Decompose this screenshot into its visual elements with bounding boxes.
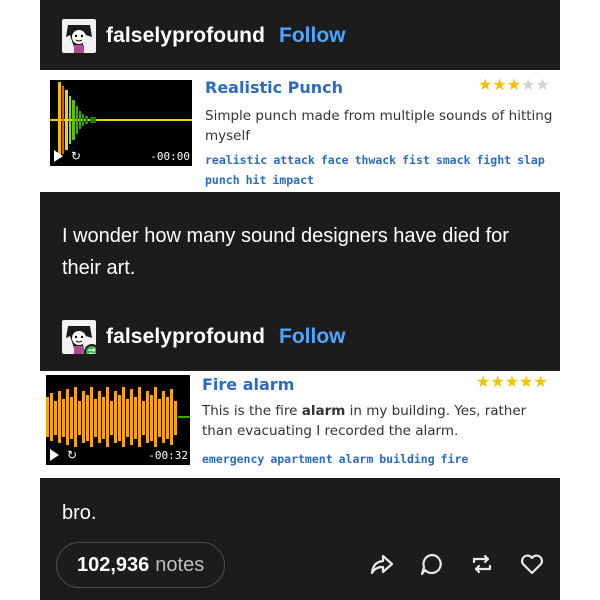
share-icon[interactable] bbox=[368, 550, 396, 578]
waveform-player[interactable]: ↻ -00:00 bbox=[50, 80, 192, 166]
star-icon: ★ bbox=[506, 77, 522, 94]
star-icon: ★ bbox=[476, 374, 491, 391]
follow-button[interactable]: Follow bbox=[279, 325, 346, 349]
desc-highlight: alarm bbox=[301, 403, 346, 419]
replay-icon[interactable]: ↻ bbox=[67, 449, 77, 461]
player-controls: ↻ bbox=[54, 150, 81, 162]
avatar[interactable] bbox=[62, 320, 96, 354]
star-icon: ★ bbox=[504, 374, 520, 391]
tag-link[interactable]: realistic bbox=[205, 150, 267, 170]
duration: -00:32 bbox=[148, 449, 188, 462]
star-icon: ★ bbox=[492, 77, 507, 94]
reblog-icon[interactable] bbox=[468, 550, 496, 578]
tumblr-post: falselyprofound Follow ↻ -00:00 Realisti… bbox=[40, 0, 560, 600]
username[interactable]: falselyprofound bbox=[106, 24, 265, 48]
post-header: falselyprofound Follow bbox=[40, 2, 560, 70]
reblog-caption: bro. bbox=[62, 502, 97, 524]
tag-link[interactable]: smack bbox=[436, 150, 471, 170]
post-footer: 102,936 notes bbox=[40, 540, 560, 588]
star-icon: ★ bbox=[478, 77, 493, 94]
star-empty-icon: ★ bbox=[521, 77, 536, 94]
tag-link[interactable]: punch bbox=[205, 170, 240, 190]
tag-link[interactable]: emergency bbox=[202, 449, 264, 469]
sound-description: Simple punch made from multiple sounds o… bbox=[205, 108, 553, 144]
tag-link[interactable]: face bbox=[321, 150, 349, 170]
reply-icon[interactable] bbox=[418, 550, 446, 578]
avatar[interactable] bbox=[62, 19, 96, 53]
tag-link[interactable]: fight bbox=[476, 150, 511, 170]
player-controls: ↻ bbox=[50, 449, 77, 461]
rating-stars: ★ ★ ★ ★ ★ bbox=[478, 78, 550, 94]
tag-link[interactable]: alarm bbox=[339, 449, 374, 469]
star-icon: ★ bbox=[533, 374, 548, 391]
notes-count: 102,936 bbox=[77, 553, 150, 576]
sound-card: ↻ -00:00 Realistic Punch ★ ★ ★ ★ ★ Simpl… bbox=[40, 70, 560, 192]
play-icon[interactable] bbox=[54, 150, 63, 162]
reblog-header: falselyprofound Follow bbox=[40, 303, 560, 371]
follow-button[interactable]: Follow bbox=[279, 24, 346, 48]
tag-link[interactable]: fire bbox=[441, 449, 469, 469]
reblog-badge-icon bbox=[84, 344, 96, 354]
sound-title[interactable]: Fire alarm bbox=[202, 375, 294, 394]
star-icon: ★ bbox=[490, 374, 505, 391]
tag-link[interactable]: impact bbox=[272, 170, 314, 190]
action-bar bbox=[368, 550, 546, 578]
play-icon[interactable] bbox=[50, 449, 59, 461]
username[interactable]: falselyprofound bbox=[106, 325, 265, 349]
sound-card: ↻ -00:32 Fire alarm ★ ★ ★ ★ ★ This is th… bbox=[40, 371, 560, 478]
waveform-player[interactable]: ↻ -00:32 bbox=[46, 375, 190, 465]
sound-title[interactable]: Realistic Punch bbox=[205, 78, 343, 97]
tag-list: realistic attack face thwack fist smack … bbox=[205, 150, 555, 190]
rating-stars: ★ ★ ★ ★ ★ bbox=[476, 375, 548, 391]
notes-label: notes bbox=[155, 553, 205, 576]
star-empty-icon: ★ bbox=[535, 77, 550, 94]
tag-link[interactable]: attack bbox=[273, 150, 315, 170]
like-heart-icon[interactable] bbox=[518, 550, 546, 578]
tag-link[interactable]: slap bbox=[517, 150, 545, 170]
replay-icon[interactable]: ↻ bbox=[71, 150, 81, 162]
tag-link[interactable]: hit bbox=[246, 170, 267, 190]
duration: -00:00 bbox=[150, 150, 190, 163]
tag-link[interactable]: thwack bbox=[355, 150, 397, 170]
desc-text: This is the fire bbox=[202, 403, 302, 419]
tag-link[interactable]: building bbox=[379, 449, 434, 469]
star-icon: ★ bbox=[519, 374, 534, 391]
post-caption: I wonder how many sound designers have d… bbox=[62, 225, 509, 279]
tag-link[interactable]: fist bbox=[402, 150, 430, 170]
tag-link[interactable]: apartment bbox=[270, 449, 332, 469]
sound-description: This is the fire alarm in my building. Y… bbox=[202, 401, 552, 441]
notes-button[interactable]: 102,936 notes bbox=[56, 542, 226, 588]
tag-list: emergency apartment alarm building fire bbox=[202, 449, 552, 469]
